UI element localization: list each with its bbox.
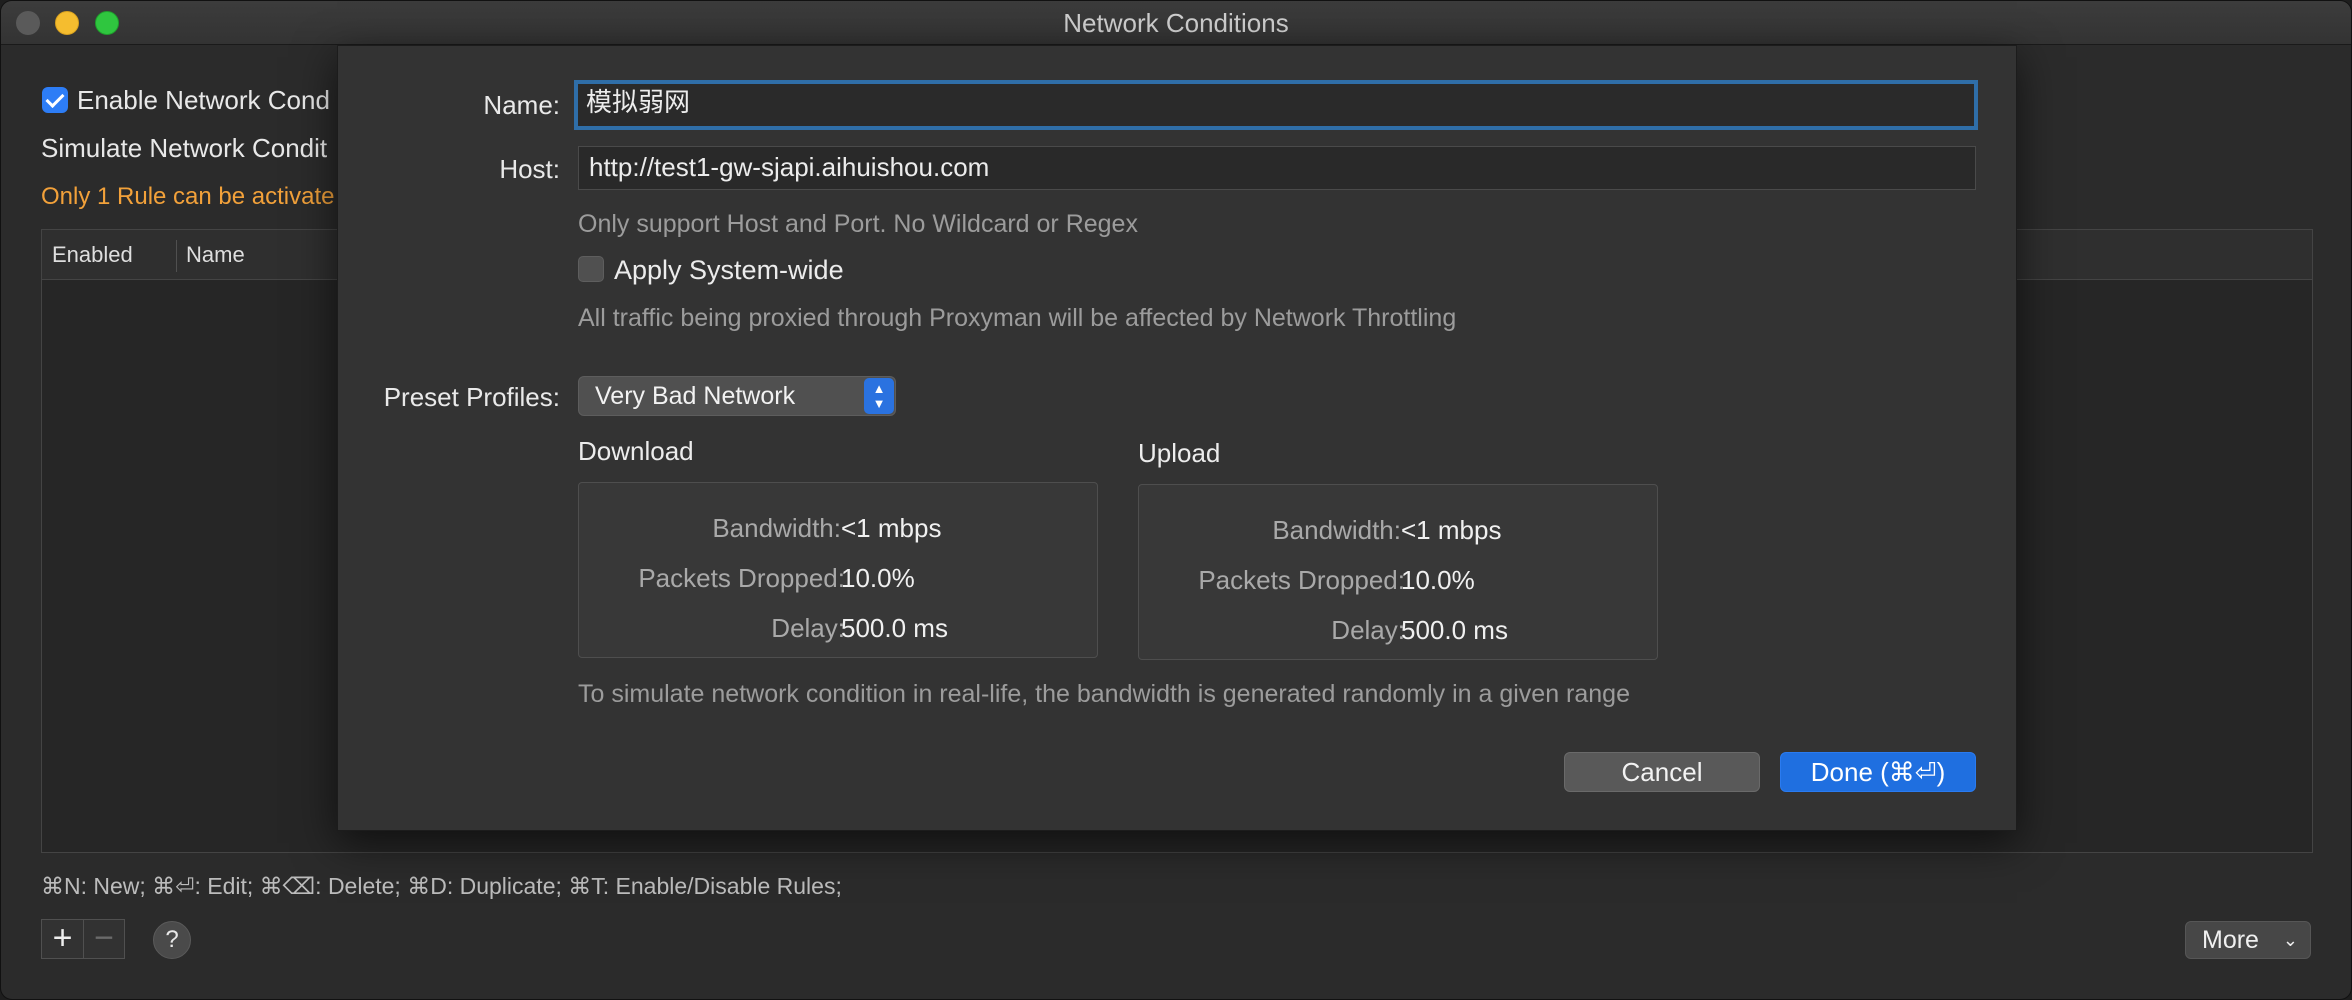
add-remove-control: + −: [41, 919, 125, 959]
upload-packets-dropped-label: Packets Dropped:: [1198, 565, 1405, 595]
download-bandwidth-label: Bandwidth:: [712, 513, 841, 543]
upload-settings-box: Bandwidth: <1 mbps Packets Dropped: 10.0…: [1138, 484, 1658, 660]
network-conditions-window: Network Conditions Enable Network Cond S…: [0, 0, 2352, 1000]
add-rule-button[interactable]: +: [42, 920, 84, 958]
system-wide-hint: All traffic being proxied through Proxym…: [578, 304, 1457, 332]
preset-profiles-value: Very Bad Network: [595, 382, 796, 410]
upload-packets-dropped-value: 10.0%: [1401, 565, 1475, 595]
download-delay-value: 500.0 ms: [841, 613, 948, 643]
title-bar: Network Conditions: [1, 1, 2351, 45]
preset-profiles-select[interactable]: Very Bad Network ▲ ▼: [578, 376, 896, 416]
apply-system-wide-checkbox[interactable]: [578, 256, 604, 282]
remove-rule-button[interactable]: −: [84, 920, 124, 958]
chevron-down-icon: ⌄: [2282, 930, 2298, 950]
upload-bandwidth-value: <1 mbps: [1401, 515, 1502, 545]
window-title: Network Conditions: [1063, 8, 1289, 38]
upload-delay-label: Delay:: [1331, 615, 1405, 645]
name-input[interactable]: 模拟弱网: [574, 80, 1978, 130]
host-label: Host:: [499, 154, 560, 184]
column-header-name[interactable]: Name: [186, 242, 245, 268]
help-button[interactable]: ?: [153, 921, 191, 959]
upload-delay-value: 500.0 ms: [1401, 615, 1508, 645]
bandwidth-randomness-note: To simulate network condition in real-li…: [578, 680, 1630, 708]
name-label: Name:: [483, 90, 560, 120]
more-menu-button[interactable]: More ⌄: [2185, 921, 2311, 959]
download-settings-box: Bandwidth: <1 mbps Packets Dropped: 10.0…: [578, 482, 1098, 658]
more-label: More: [2202, 926, 2259, 954]
simulate-network-conditions-label: Simulate Network Condit: [41, 133, 328, 163]
column-header-enabled[interactable]: Enabled: [52, 242, 133, 268]
download-packets-dropped-label: Packets Dropped:: [638, 563, 845, 593]
cancel-button[interactable]: Cancel: [1564, 752, 1760, 792]
host-hint: Only support Host and Port. No Wildcard …: [578, 210, 1138, 238]
upload-section-title: Upload: [1138, 438, 1221, 468]
column-divider: [176, 240, 177, 272]
enable-network-conditions-checkbox[interactable]: [42, 87, 68, 113]
apply-system-wide-label[interactable]: Apply System-wide: [614, 255, 844, 286]
done-button[interactable]: Done (⌘⏎): [1780, 752, 1976, 792]
download-section-title: Download: [578, 436, 694, 466]
upload-bandwidth-label: Bandwidth:: [1272, 515, 1401, 545]
preset-profiles-label: Preset Profiles:: [383, 382, 560, 412]
download-bandwidth-value: <1 mbps: [841, 513, 942, 543]
keyboard-shortcuts-hint: ⌘N: New; ⌘⏎: Edit; ⌘⌫: Delete; ⌘D: Dupli…: [41, 873, 842, 899]
host-input[interactable]: http://test1-gw-sjapi.aihuishou.com: [578, 146, 1976, 190]
download-delay-label: Delay:: [771, 613, 845, 643]
download-packets-dropped-value: 10.0%: [841, 563, 915, 593]
rule-editor-sheet: Name: 模拟弱网 Host: http://test1-gw-sjapi.a…: [337, 45, 2017, 831]
updown-chevron-icon: ▲ ▼: [864, 378, 894, 414]
enable-network-conditions-label: Enable Network Cond: [77, 85, 330, 115]
single-rule-warning: Only 1 Rule can be activate: [41, 183, 335, 210]
